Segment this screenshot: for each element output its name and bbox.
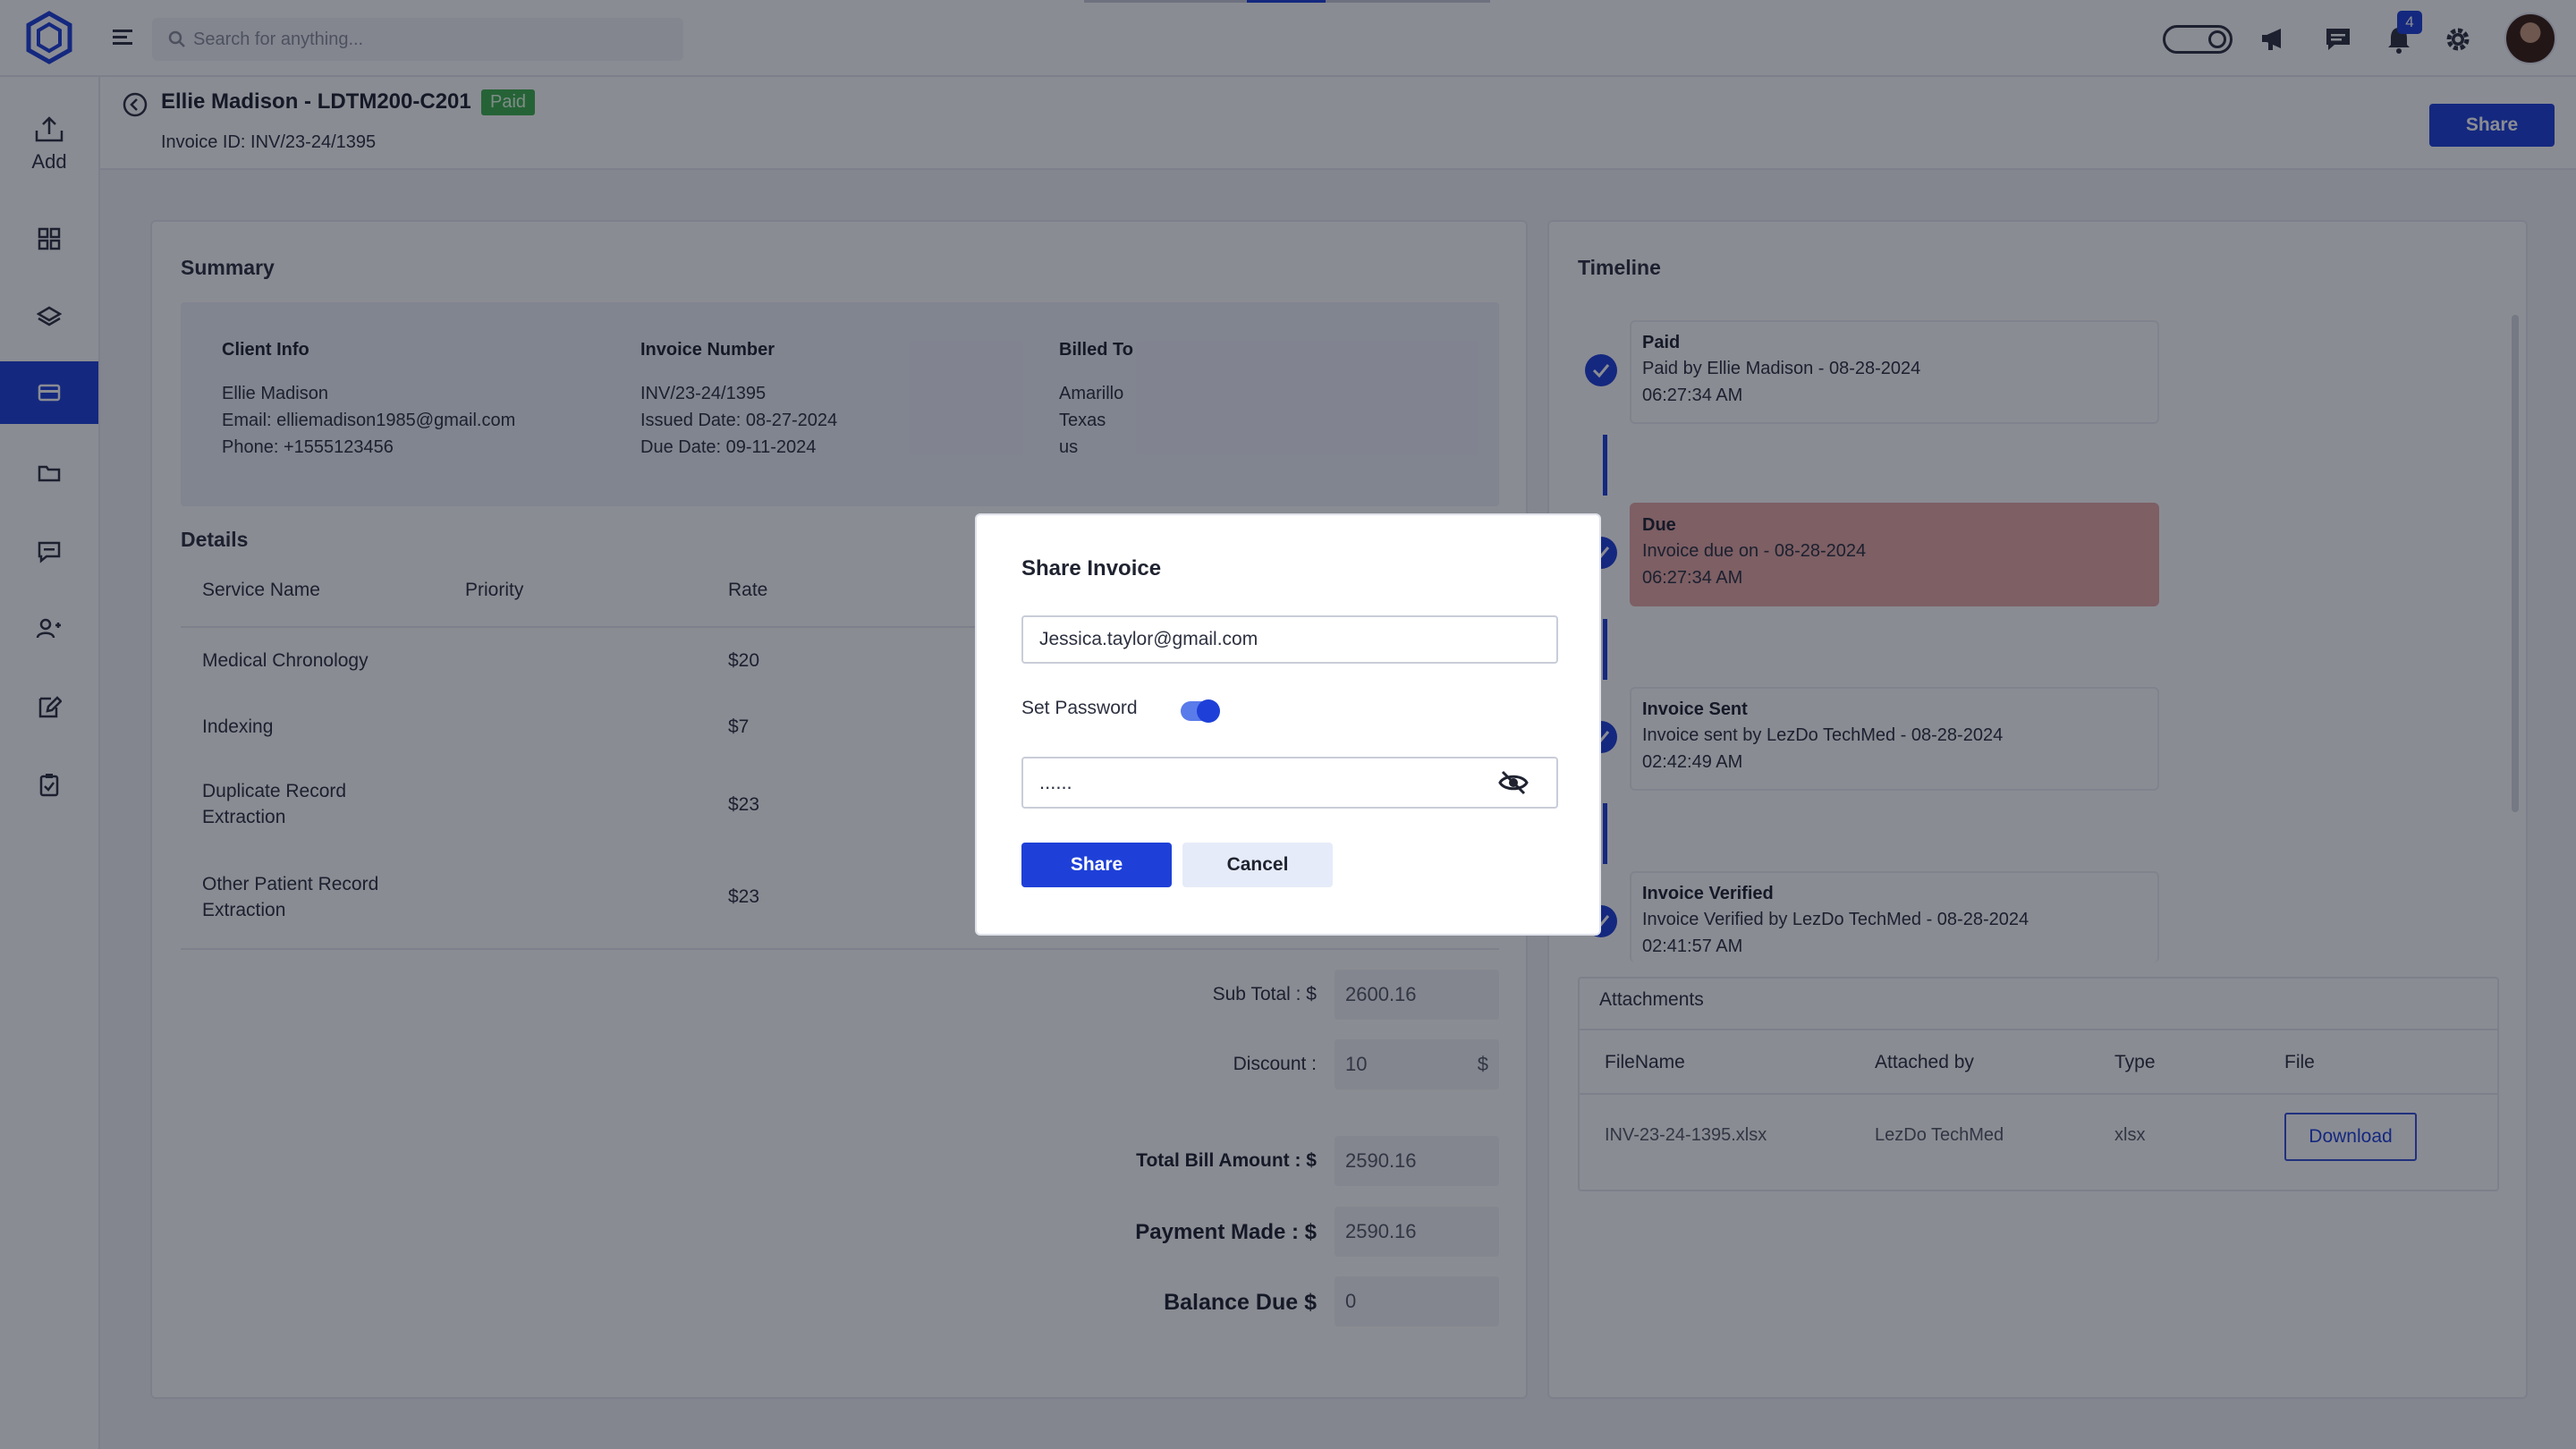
dialog-share-button[interactable]: Share: [1021, 843, 1172, 887]
set-password-label: Set Password: [1021, 698, 1138, 718]
share-invoice-dialog: Share Invoice Set Password Share Cancel: [975, 513, 1601, 936]
email-field[interactable]: [1021, 615, 1558, 664]
password-field[interactable]: [1021, 757, 1558, 809]
eye-off-icon[interactable]: [1497, 769, 1530, 796]
set-password-toggle[interactable]: [1181, 699, 1220, 723]
dialog-title: Share Invoice: [1021, 556, 1162, 580]
dialog-cancel-button[interactable]: Cancel: [1182, 843, 1333, 887]
